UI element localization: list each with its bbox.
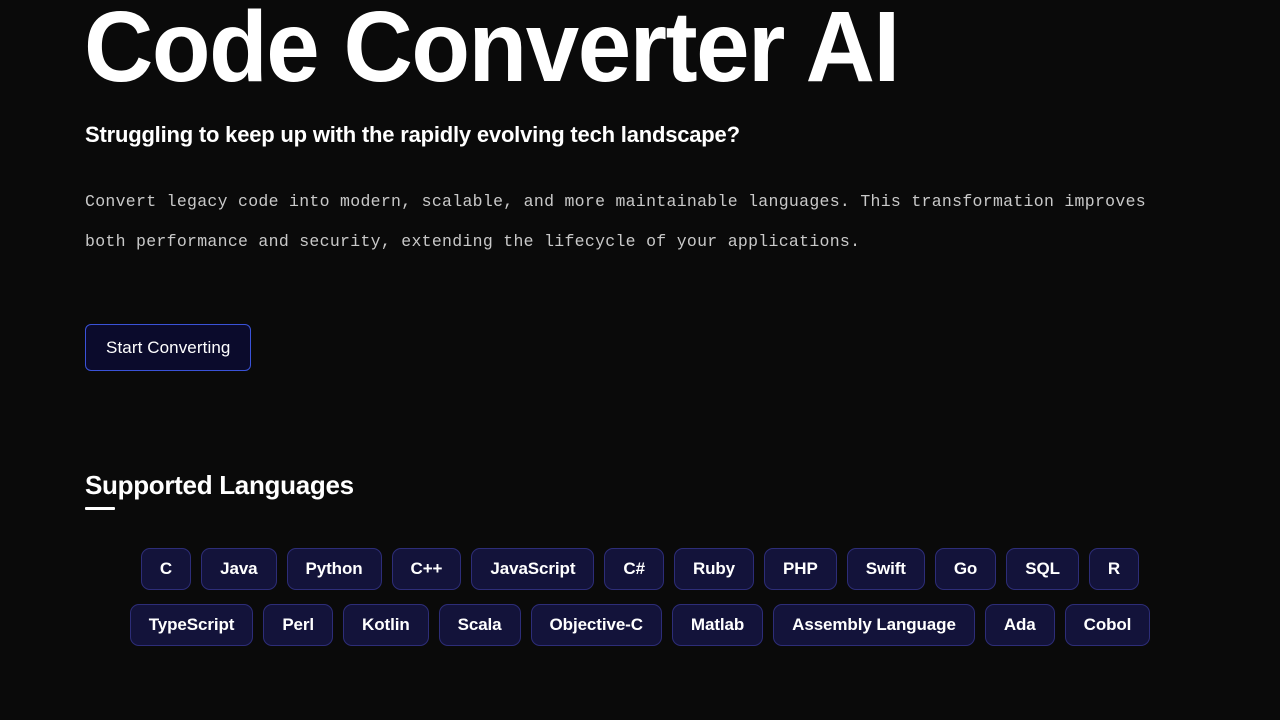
supported-languages-header: Supported Languages bbox=[85, 470, 354, 511]
language-pill[interactable]: Scala bbox=[438, 604, 521, 646]
language-pill[interactable]: C++ bbox=[391, 548, 462, 590]
supported-languages-list: C Java Python C++ JavaScript C# Ruby PHP Swift Go… bbox=[40, 548, 1240, 646]
language-pill[interactable]: C# bbox=[604, 548, 664, 590]
language-pill[interactable]: Python bbox=[286, 548, 382, 590]
language-pill[interactable]: Matlab bbox=[671, 604, 764, 646]
section-title: Supported Languages bbox=[85, 470, 354, 500]
language-pill[interactable]: Assembly Language bbox=[773, 604, 975, 646]
language-pill[interactable]: R bbox=[1088, 548, 1140, 590]
language-pill[interactable]: Ada bbox=[984, 604, 1055, 646]
hero-subtitle: Struggling to keep up with the rapidly e… bbox=[85, 122, 740, 147]
page-title: Code Converter AI bbox=[84, 0, 900, 103]
language-pill[interactable]: Java bbox=[201, 548, 277, 590]
hero-description: Convert legacy code into modern, scalabl… bbox=[85, 192, 1146, 251]
language-pill[interactable]: Go bbox=[934, 548, 997, 590]
language-pill-row: TypeScript Perl Kotlin Scala Objective-C Matl… bbox=[40, 604, 1240, 646]
language-pill[interactable]: TypeScript bbox=[129, 604, 254, 646]
language-pill[interactable]: Perl bbox=[263, 604, 334, 646]
landing-page: Code Converter AI Struggling to keep up … bbox=[0, 0, 1280, 720]
language-pill[interactable]: Ruby bbox=[673, 548, 755, 590]
heading-underline-accent bbox=[85, 507, 115, 511]
language-pill[interactable]: PHP bbox=[764, 548, 837, 590]
language-pill-row: C Java Python C++ JavaScript C# Ruby PHP Swift Go… bbox=[40, 548, 1240, 590]
language-pill[interactable]: Swift bbox=[846, 548, 925, 590]
language-pill[interactable]: SQL bbox=[1006, 548, 1079, 590]
language-pill[interactable]: C bbox=[140, 548, 192, 590]
start-converting-button[interactable]: Start Converting bbox=[85, 324, 252, 371]
language-pill[interactable]: JavaScript bbox=[471, 548, 595, 590]
language-pill[interactable]: Kotlin bbox=[343, 604, 429, 646]
language-pill[interactable]: Cobol bbox=[1064, 604, 1151, 646]
language-pill[interactable]: Objective-C bbox=[530, 604, 662, 646]
